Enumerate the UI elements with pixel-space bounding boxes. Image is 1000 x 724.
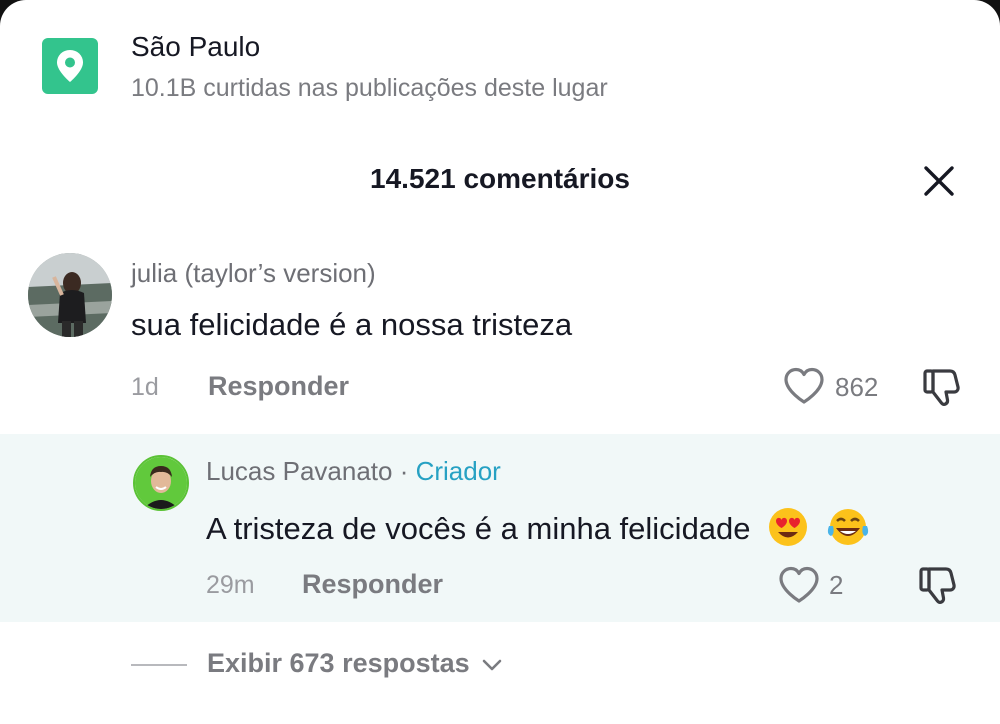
- heart-icon[interactable]: [778, 566, 820, 609]
- creator-avatar[interactable]: [133, 455, 189, 511]
- avatar[interactable]: [28, 253, 112, 337]
- view-replies-label[interactable]: Exibir 673 respostas: [207, 648, 470, 678]
- reply-username[interactable]: Lucas Pavanato · Criador: [206, 456, 501, 487]
- reply-button[interactable]: Responder: [302, 569, 443, 600]
- comment-username[interactable]: julia (taylor’s version): [131, 258, 376, 289]
- comments-count-title: 14.521 comentários: [370, 163, 630, 194]
- chevron-down-icon[interactable]: [477, 648, 503, 678]
- heart-icon[interactable]: [783, 367, 825, 410]
- comment-timestamp: 1d: [131, 373, 159, 401]
- close-icon[interactable]: [918, 160, 960, 202]
- thumbs-down-icon[interactable]: [916, 563, 960, 612]
- reply-text: A tristeza de vocês é a minha felicidade: [206, 511, 751, 547]
- heart-eyes-emoji: [767, 506, 809, 556]
- comments-sheet: São Paulo 10.1B curtidas nas publicações…: [0, 0, 1000, 724]
- thumbs-down-icon[interactable]: [920, 365, 964, 414]
- username-separator: ·: [392, 456, 416, 486]
- reply-text-row: A tristeza de vocês é a minha felicidade: [206, 506, 870, 556]
- tears-of-joy-emoji: [826, 506, 870, 556]
- creator-badge: Criador: [415, 456, 501, 486]
- location-pin-icon[interactable]: [42, 38, 98, 94]
- location-subtitle: 10.1B curtidas nas publicações deste lug…: [131, 74, 608, 102]
- view-replies-button[interactable]: Exibir 673 respostas: [207, 648, 503, 679]
- comment-text: sua felicidade é a nossa tristeza: [131, 307, 573, 342]
- reply-button[interactable]: Responder: [208, 371, 349, 402]
- location-name[interactable]: São Paulo: [131, 31, 260, 63]
- reply-like-count: 2: [829, 570, 844, 600]
- reply-timestamp: 29m: [206, 571, 255, 599]
- divider-line: [131, 664, 187, 666]
- like-count: 862: [835, 372, 879, 402]
- reply-username-name[interactable]: Lucas Pavanato: [206, 456, 392, 486]
